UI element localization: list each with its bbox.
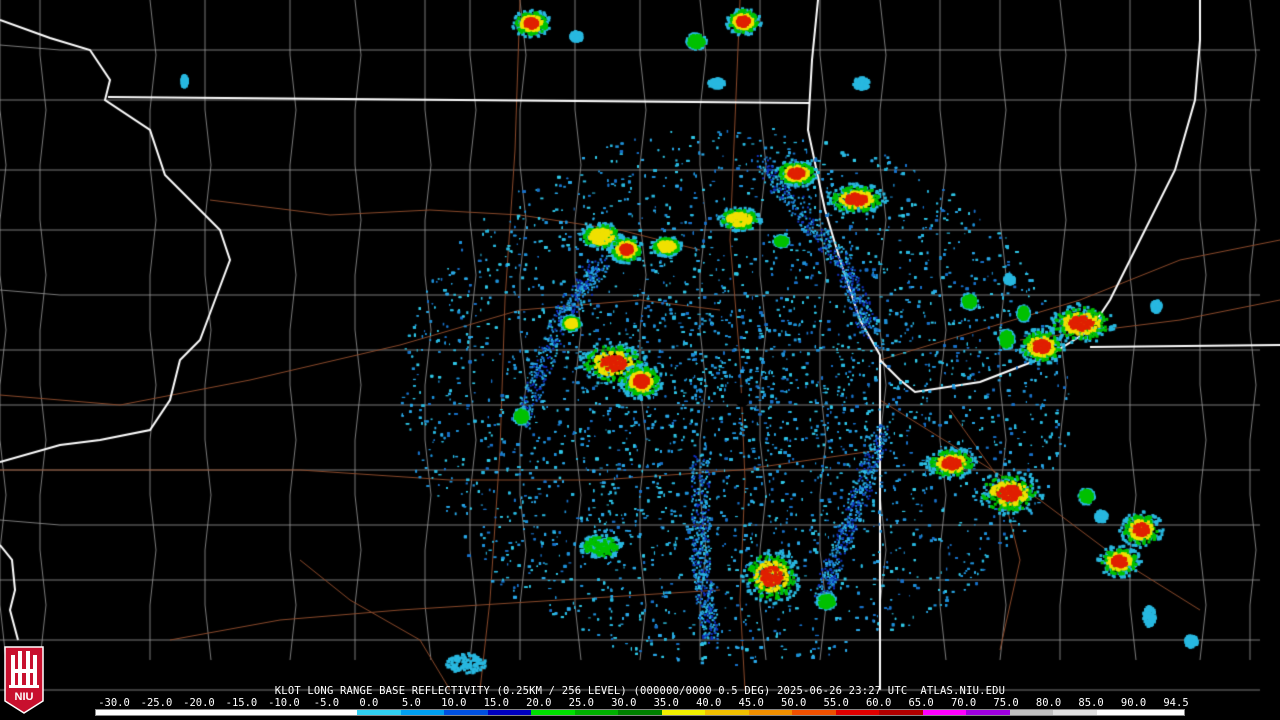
reflectivity-colorbar [95, 709, 1185, 716]
scale-label: 20.0 [526, 697, 552, 709]
colorbar-cell [139, 710, 184, 715]
scale-label: -20.0 [183, 697, 215, 709]
reflectivity-scale-labels: -30.0 -25.0 -20.0 -15.0 -10.0 -5.0 0.0 5.0 10.0 1… [90, 697, 1200, 709]
scale-label: 15.0 [483, 697, 509, 709]
scale-label: 40.0 [696, 697, 722, 709]
colorbar-cell [1096, 710, 1141, 715]
colorbar-cell [966, 710, 1010, 715]
scale-label: 45.0 [738, 697, 764, 709]
colorbar-cell [531, 710, 575, 715]
colorbar-cell [1053, 710, 1097, 715]
colorbar-cell [444, 710, 488, 715]
scale-label: 70.0 [950, 697, 977, 709]
colorbar-cell [1009, 710, 1054, 715]
colorbar-cell [922, 710, 967, 715]
niu-logo: NIU [4, 646, 44, 714]
colorbar-cell [96, 710, 140, 715]
scale-label: 35.0 [653, 697, 679, 709]
colorbar-cell [835, 710, 880, 715]
scale-label: -25.0 [140, 697, 173, 709]
scale-label: -10.0 [268, 697, 300, 709]
colorbar-cell [270, 710, 314, 715]
scale-label: 94.5 [1163, 697, 1189, 709]
radar-reflectivity-map [0, 0, 1280, 720]
colorbar-cell [618, 710, 662, 715]
colorbar-cell [313, 710, 358, 715]
colorbar-cell [400, 710, 445, 715]
colorbar-cell [226, 710, 271, 715]
scale-label: 55.0 [823, 697, 849, 709]
colorbar-cell [705, 710, 749, 715]
colorbar-cell [357, 710, 401, 715]
scale-label: 5.0 [401, 697, 421, 709]
scale-label: 90.0 [1120, 697, 1147, 709]
colorbar-cell [661, 710, 706, 715]
colorbar-cell [748, 710, 793, 715]
product-caption: KLOT LONG RANGE BASE REFLECTIVITY (0.25K… [274, 685, 1006, 697]
colorbar-cell [487, 710, 532, 715]
colorbar-cell [792, 710, 836, 715]
scale-label: 0.0 [359, 697, 379, 709]
scale-label: -5.0 [313, 697, 340, 709]
scale-label: -30.0 [98, 697, 130, 709]
colorbar-cell [879, 710, 923, 715]
colorbar-cell [574, 710, 619, 715]
scale-label: 75.0 [993, 697, 1019, 709]
niu-logo-text: NIU [15, 691, 34, 703]
scale-label: 50.0 [781, 697, 807, 709]
scale-label: 30.0 [611, 697, 637, 709]
scale-label: -15.0 [225, 697, 258, 709]
scale-label: 65.0 [908, 697, 934, 709]
scale-label: 10.0 [441, 697, 467, 709]
scale-label: 85.0 [1078, 697, 1104, 709]
colorbar-cell [1140, 710, 1184, 715]
scale-label: 80.0 [1035, 697, 1062, 709]
scale-label: 25.0 [568, 697, 594, 709]
scale-label: 60.0 [865, 697, 892, 709]
colorbar-cell [183, 710, 227, 715]
